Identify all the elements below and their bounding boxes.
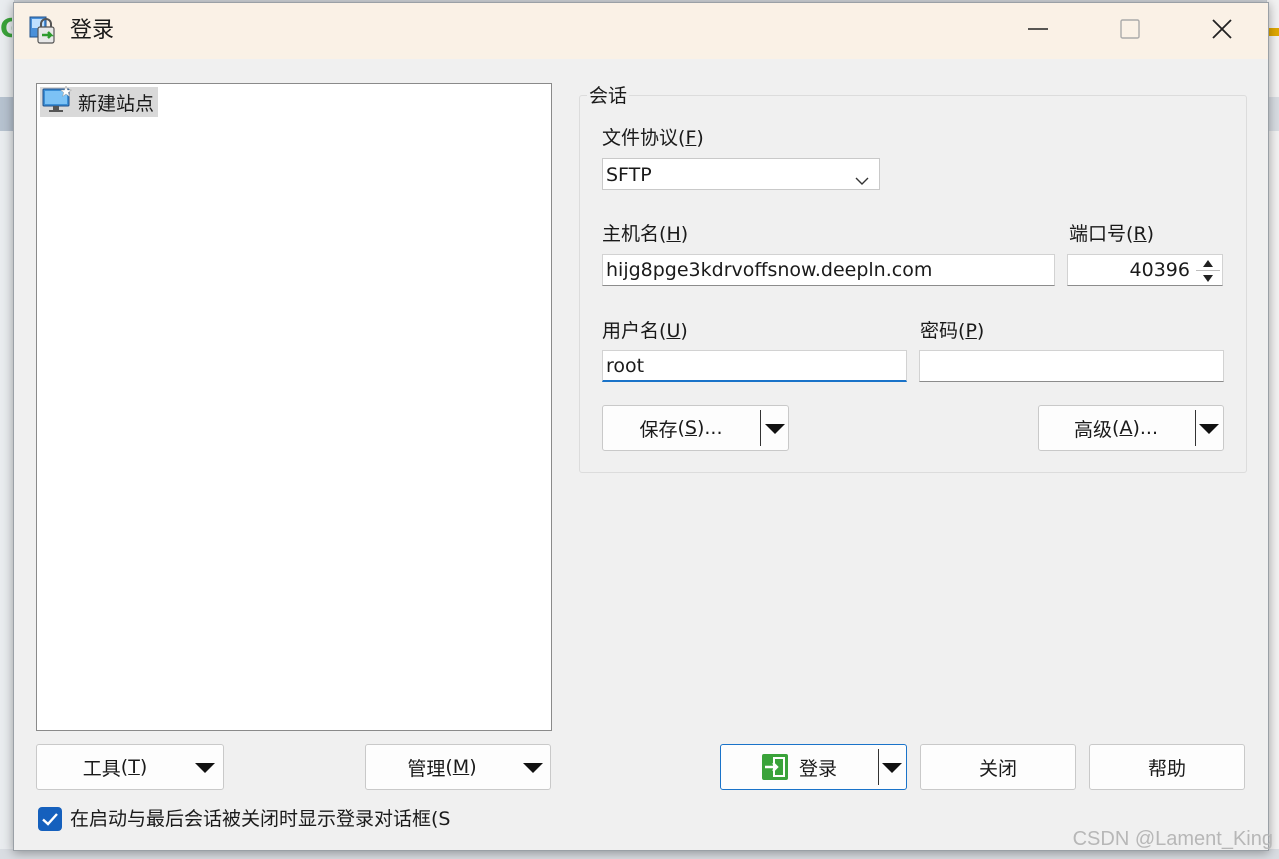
tools-button-label: 工具(T): [82, 756, 148, 780]
close-button[interactable]: 关闭: [920, 744, 1076, 790]
port-value: 40396: [1129, 259, 1190, 281]
background-app-logo: G: [0, 14, 12, 44]
close-button-label: 关闭: [978, 757, 1017, 780]
password-input[interactable]: [919, 350, 1224, 382]
tree-item-new-site[interactable]: 新建站点: [40, 85, 159, 118]
window-title: 登录: [70, 18, 115, 43]
spin-down-button[interactable]: [1196, 270, 1220, 285]
chevron-down-icon: [855, 169, 869, 191]
dropdown-arrow-icon: [195, 763, 215, 773]
split-separator: [1195, 410, 1196, 446]
minimize-button[interactable]: [992, 3, 1084, 59]
new-site-monitor-icon: [42, 85, 73, 118]
dropdown-arrow-icon[interactable]: [765, 424, 785, 434]
advanced-button[interactable]: 高级(A)...: [1038, 405, 1224, 451]
manage-button-label: 管理(M): [407, 756, 477, 780]
background-app-tab: [0, 97, 14, 131]
title-bar[interactable]: 登录: [14, 3, 1268, 59]
protocol-select-value: SFTP: [606, 164, 652, 186]
save-button-label: 保存(S)...: [639, 417, 723, 441]
login-app-icon: [28, 15, 60, 47]
username-input[interactable]: root: [602, 350, 907, 382]
port-label: 端口号(R): [1069, 223, 1155, 245]
close-icon: [1211, 18, 1233, 44]
dropdown-arrow-icon: [523, 763, 543, 773]
maximize-icon: [1119, 18, 1141, 44]
password-label: 密码(P): [920, 320, 985, 342]
username-label: 用户名(U): [602, 320, 688, 342]
protocol-select[interactable]: SFTP: [602, 158, 880, 190]
host-label: 主机名(H): [602, 223, 689, 245]
login-button-content: 登录: [721, 745, 877, 789]
help-button-label: 帮助: [1147, 757, 1186, 780]
dropdown-arrow-icon[interactable]: [882, 763, 902, 773]
dropdown-arrow-icon[interactable]: [1199, 424, 1219, 434]
tree-item-label: 新建站点: [78, 92, 155, 115]
split-separator: [878, 749, 879, 785]
show-login-dialog-label[interactable]: 在启动与最后会话被关闭时显示登录对话框(S: [70, 805, 484, 833]
port-input[interactable]: 40396: [1067, 254, 1223, 286]
help-button[interactable]: 帮助: [1089, 744, 1245, 790]
login-button[interactable]: 登录: [720, 744, 907, 790]
maximize-button[interactable]: [1084, 3, 1176, 59]
minimize-icon: [1027, 18, 1049, 44]
manage-button[interactable]: 管理(M): [365, 744, 551, 790]
watermark: CSDN @Lament_King: [1072, 828, 1273, 850]
site-tree[interactable]: 新建站点: [36, 83, 552, 731]
session-group-legend: 会话: [587, 83, 630, 109]
tools-button[interactable]: 工具(T): [36, 744, 224, 790]
advanced-button-label: 高级(A)...: [1074, 417, 1158, 441]
split-separator: [760, 410, 761, 446]
checkmark-icon: [38, 813, 62, 835]
protocol-label: 文件协议(F): [602, 127, 704, 149]
login-dialog: 登录 新建站点 工具 (T) 管理 (M) 在启动与最后会话被关闭时显示…: [13, 2, 1269, 851]
host-input[interactable]: hijg8pge3kdrvoffsnow.deepln.com: [602, 254, 1055, 286]
save-button[interactable]: 保存(S)...: [602, 405, 789, 451]
spin-up-button[interactable]: [1196, 256, 1220, 270]
show-login-dialog-checkbox[interactable]: [38, 807, 62, 831]
close-window-button[interactable]: [1176, 3, 1268, 59]
login-arrow-icon: [761, 753, 789, 781]
